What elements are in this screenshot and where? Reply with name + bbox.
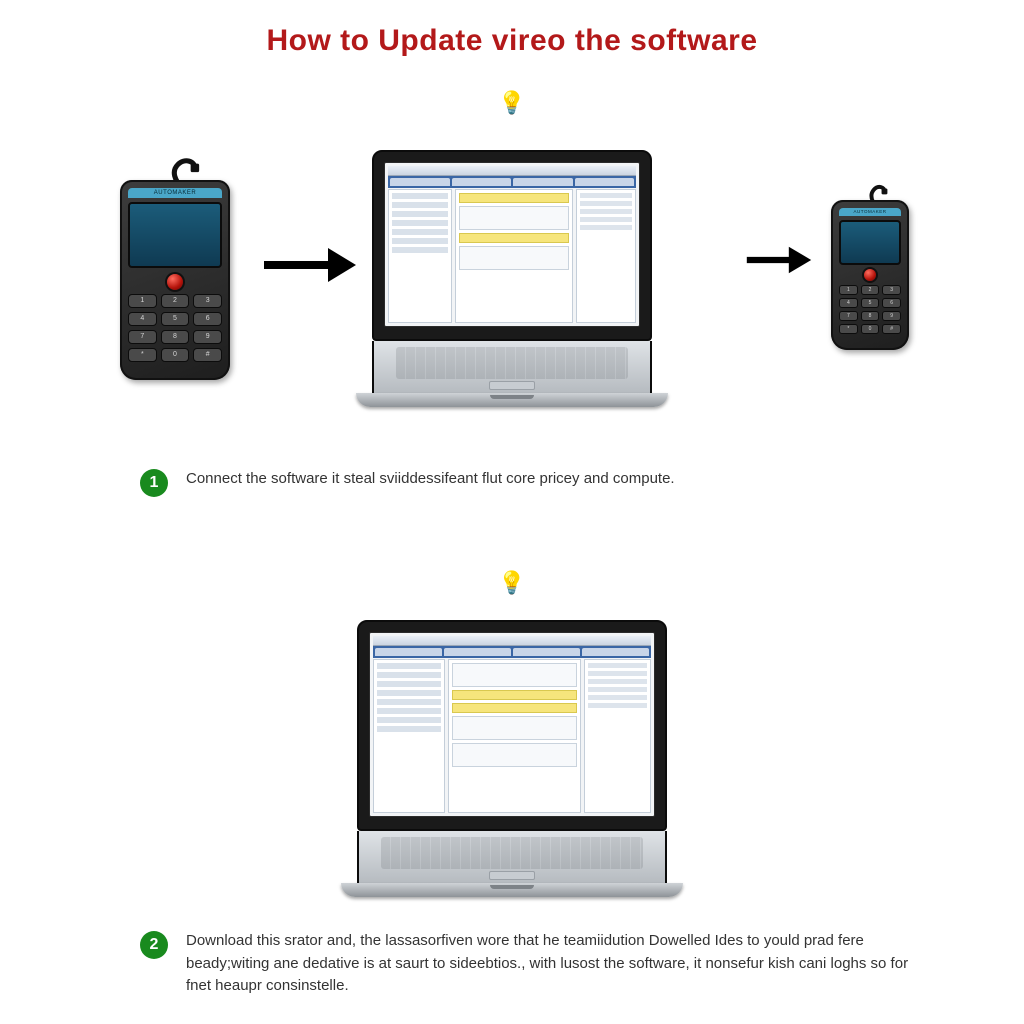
step1-text: 1 Connect the software it steal sviiddes… xyxy=(140,468,934,497)
arrow-right-icon xyxy=(744,240,814,285)
device-screen xyxy=(839,220,901,265)
device-power-button xyxy=(167,274,183,290)
device-key: 8 xyxy=(861,311,880,321)
device-key: 1 xyxy=(839,285,858,295)
diagnostic-device-small: AUTOMAKER 1 2 3 4 5 6 7 8 9 * 0 # xyxy=(831,200,909,350)
lightbulb-icon: 💡 xyxy=(498,90,525,116)
step-description: Download this srator and, the lassasorfi… xyxy=(186,930,934,998)
device-keypad: 1 2 3 4 5 6 7 8 9 * 0 # xyxy=(839,285,901,334)
device-key: 7 xyxy=(128,330,157,344)
device-key: * xyxy=(839,324,858,334)
laptop-keyboard xyxy=(357,831,667,883)
device-key: * xyxy=(128,348,157,362)
device-key: 4 xyxy=(839,298,858,308)
device-key: 7 xyxy=(839,311,858,321)
lightbulb-icon: 💡 xyxy=(498,570,525,596)
laptop: Autel xyxy=(357,620,667,897)
arrow-right-icon xyxy=(260,240,360,295)
laptop: Autel xyxy=(372,150,652,407)
device-power-button xyxy=(864,269,876,281)
step-number-badge: 1 xyxy=(140,469,168,497)
device-key: 6 xyxy=(882,298,901,308)
device-key: 0 xyxy=(161,348,190,362)
device-key: 6 xyxy=(193,312,222,326)
device-brand: AUTOMAKER xyxy=(128,188,222,198)
device-brand: AUTOMAKER xyxy=(839,208,901,216)
step1-illustration: 💡 AUTOMAKER 1 2 3 4 5 6 7 8 9 xyxy=(0,150,1024,400)
tutorial-page: How to Update vireo the software 💡 AUTOM… xyxy=(0,0,1024,1024)
page-title: How to Update vireo the software xyxy=(0,24,1024,58)
device-key: 9 xyxy=(193,330,222,344)
device-key: 3 xyxy=(882,285,901,295)
device-key: 3 xyxy=(193,294,222,308)
device-key: 8 xyxy=(161,330,190,344)
device-key: # xyxy=(882,324,901,334)
device-screen xyxy=(128,202,222,268)
device-key: 1 xyxy=(128,294,157,308)
device-key: 4 xyxy=(128,312,157,326)
device-key: 5 xyxy=(161,312,190,326)
device-key: 5 xyxy=(861,298,880,308)
device-key: 2 xyxy=(861,285,880,295)
device-key: 0 xyxy=(861,324,880,334)
device-key: # xyxy=(193,348,222,362)
diagnostic-device-large: AUTOMAKER 1 2 3 4 5 6 7 8 9 * 0 # xyxy=(120,180,230,380)
step2-text: 2 Download this srator and, the lassasor… xyxy=(140,930,934,998)
step-number-badge: 2 xyxy=(140,931,168,959)
laptop-screen xyxy=(384,162,640,327)
device-key: 2 xyxy=(161,294,190,308)
step-description: Connect the software it steal sviiddessi… xyxy=(186,468,675,491)
step2-illustration: 💡 Autel xyxy=(0,610,1024,910)
device-key: 9 xyxy=(882,311,901,321)
laptop-keyboard xyxy=(372,341,652,393)
device-keypad: 1 2 3 4 5 6 7 8 9 * 0 # xyxy=(128,294,222,362)
laptop-screen xyxy=(369,632,655,817)
